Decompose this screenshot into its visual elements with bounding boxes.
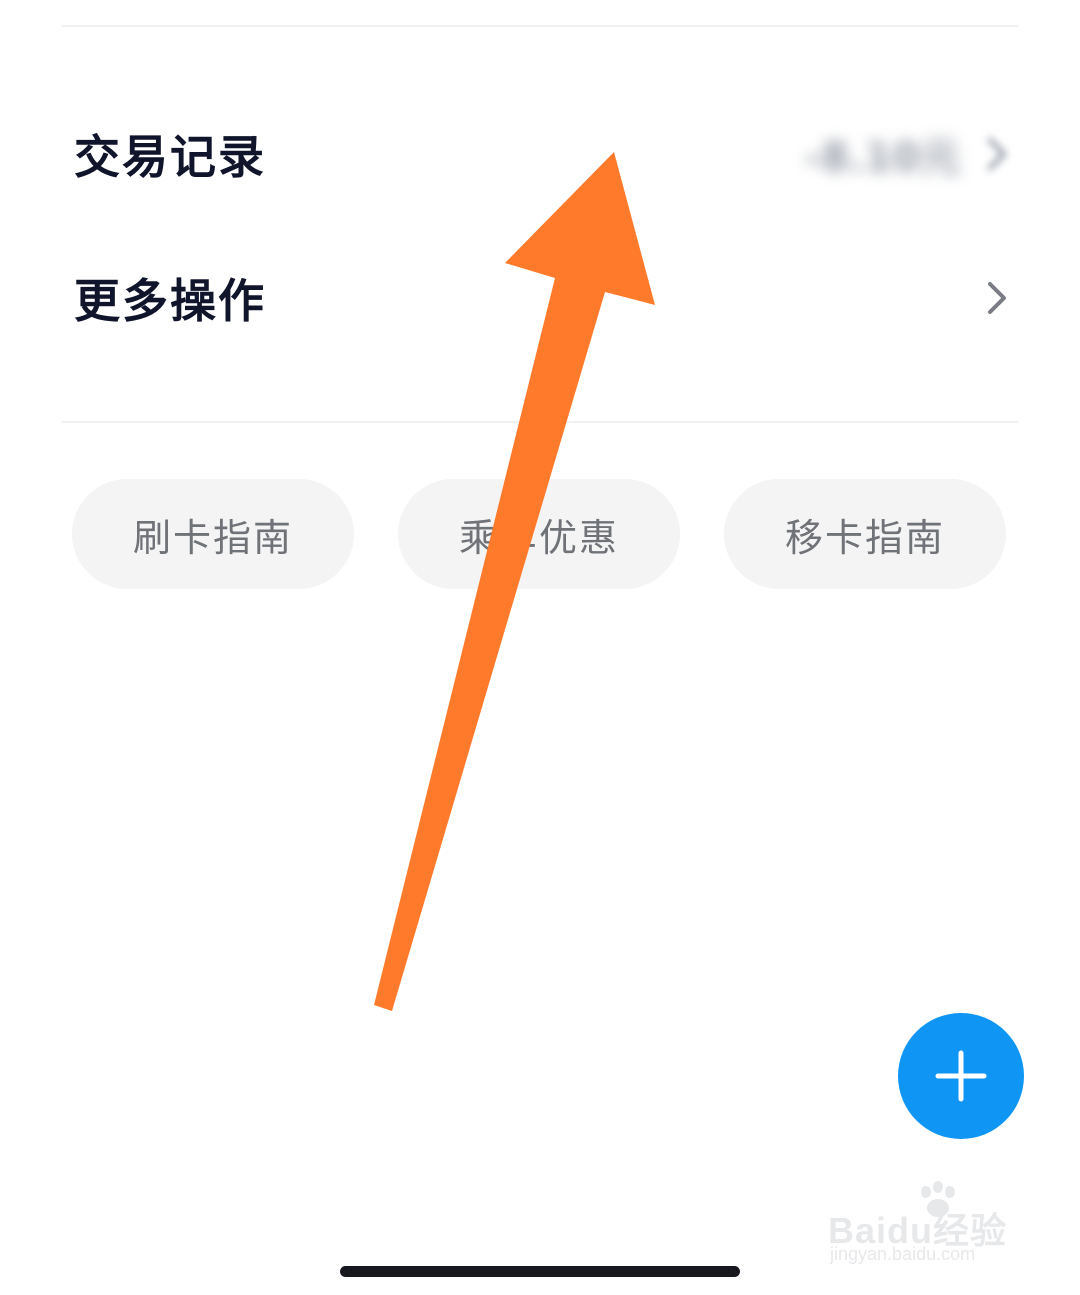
card-swipe-guide-chip[interactable]: 刷卡指南 bbox=[72, 479, 354, 589]
transaction-records-row[interactable]: 交易记录 -8.10元 bbox=[62, 104, 1018, 204]
home-indicator[interactable] bbox=[340, 1266, 740, 1277]
transaction-records-right: -8.10元 bbox=[805, 125, 1012, 183]
section-divider bbox=[62, 421, 1018, 423]
ride-discount-chip[interactable]: 乘车优惠 bbox=[398, 479, 680, 589]
transaction-amount: -8.10元 bbox=[804, 135, 960, 181]
more-actions-row[interactable]: 更多操作 bbox=[62, 248, 1018, 348]
more-actions-right bbox=[982, 278, 1012, 318]
more-actions-label: 更多操作 bbox=[74, 274, 266, 328]
chevron-right-icon bbox=[987, 137, 1007, 171]
plus-icon bbox=[935, 1050, 987, 1102]
add-button[interactable] bbox=[898, 1013, 1024, 1139]
top-divider bbox=[62, 25, 1018, 27]
transaction-records-label: 交易记录 bbox=[74, 130, 266, 184]
baidu-watermark: Baidu经验 jingyan.baidu.com bbox=[828, 1180, 1024, 1270]
watermark-url: jingyan.baidu.com bbox=[830, 1244, 976, 1264]
chevron-right-icon bbox=[988, 282, 1006, 314]
card-transfer-guide-chip[interactable]: 移卡指南 bbox=[724, 479, 1006, 589]
